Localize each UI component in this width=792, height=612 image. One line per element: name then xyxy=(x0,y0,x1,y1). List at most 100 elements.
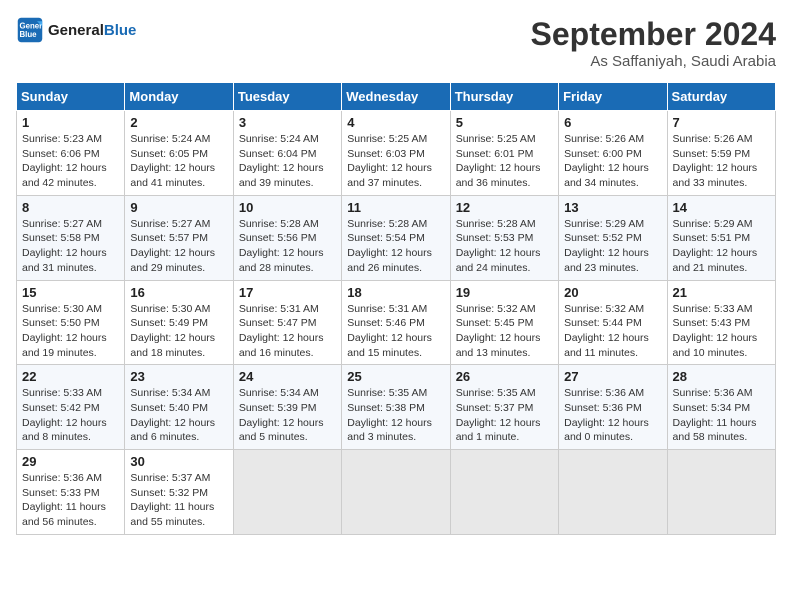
day-info: Sunrise: 5:36 AMSunset: 5:36 PMDaylight:… xyxy=(564,386,661,445)
day-info: Sunrise: 5:30 AMSunset: 5:49 PMDaylight:… xyxy=(130,302,227,361)
calendar-cell: 6Sunrise: 5:26 AMSunset: 6:00 PMDaylight… xyxy=(559,111,667,196)
weekday-header-friday: Friday xyxy=(559,83,667,111)
calendar-cell: 7 Sunrise: 5:26 AMSunset: 5:59 PMDaylight… xyxy=(667,111,775,196)
logo-icon: General Blue xyxy=(16,16,44,44)
calendar-cell: 11 Sunrise: 5:28 AMSunset: 5:54 PMDayligh… xyxy=(342,195,450,280)
calendar-cell: 20 Sunrise: 5:32 AMSunset: 5:44 PMDayligh… xyxy=(559,280,667,365)
day-info: Sunrise: 5:24 AMSunset: 6:05 PMDaylight:… xyxy=(130,132,227,191)
day-number: 19 xyxy=(456,285,553,300)
calendar-week-row: 15 Sunrise: 5:30 AMSunset: 5:50 PMDayligh… xyxy=(17,280,776,365)
calendar-cell xyxy=(450,450,558,535)
day-info: Sunrise: 5:27 AMSunset: 5:57 PMDaylight:… xyxy=(130,217,227,276)
day-info: Sunrise: 5:25 AMSunset: 6:01 PMDaylight:… xyxy=(456,132,553,191)
weekday-header-saturday: Saturday xyxy=(667,83,775,111)
calendar-cell: 15 Sunrise: 5:30 AMSunset: 5:50 PMDayligh… xyxy=(17,280,125,365)
day-info: Sunrise: 5:31 AMSunset: 5:46 PMDaylight:… xyxy=(347,302,444,361)
day-number: 7 xyxy=(673,115,770,130)
month-title: September 2024 xyxy=(531,16,776,53)
day-info: Sunrise: 5:29 AMSunset: 5:51 PMDaylight:… xyxy=(673,217,770,276)
day-info: Sunrise: 5:28 AMSunset: 5:53 PMDaylight:… xyxy=(456,217,553,276)
day-number: 17 xyxy=(239,285,336,300)
calendar-cell: 25Sunrise: 5:35 AMSunset: 5:38 PMDayligh… xyxy=(342,365,450,450)
calendar-cell: 30 Sunrise: 5:37 AMSunset: 5:32 PMDayligh… xyxy=(125,450,233,535)
day-number: 3 xyxy=(239,115,336,130)
day-number: 21 xyxy=(673,285,770,300)
day-info: Sunrise: 5:23 AMSunset: 6:06 PMDaylight:… xyxy=(22,132,119,191)
calendar-cell: 12 Sunrise: 5:28 AMSunset: 5:53 PMDayligh… xyxy=(450,195,558,280)
day-info: Sunrise: 5:35 AMSunset: 5:37 PMDaylight:… xyxy=(456,386,553,445)
day-number: 6 xyxy=(564,115,661,130)
day-number: 30 xyxy=(130,454,227,469)
calendar-cell: 14 Sunrise: 5:29 AMSunset: 5:51 PMDayligh… xyxy=(667,195,775,280)
day-number: 8 xyxy=(22,200,119,215)
calendar-cell xyxy=(233,450,341,535)
calendar-cell xyxy=(559,450,667,535)
calendar-cell: 4Sunrise: 5:25 AMSunset: 6:03 PMDaylight… xyxy=(342,111,450,196)
calendar-cell: 2 Sunrise: 5:24 AMSunset: 6:05 PMDaylight… xyxy=(125,111,233,196)
calendar-cell: 28 Sunrise: 5:36 AMSunset: 5:34 PMDayligh… xyxy=(667,365,775,450)
day-info: Sunrise: 5:32 AMSunset: 5:45 PMDaylight:… xyxy=(456,302,553,361)
day-number: 22 xyxy=(22,369,119,384)
day-number: 20 xyxy=(564,285,661,300)
day-info: Sunrise: 5:34 AMSunset: 5:40 PMDaylight:… xyxy=(130,386,227,445)
calendar-cell xyxy=(667,450,775,535)
calendar-cell: 8 Sunrise: 5:27 AMSunset: 5:58 PMDaylight… xyxy=(17,195,125,280)
calendar-cell: 10Sunrise: 5:28 AMSunset: 5:56 PMDayligh… xyxy=(233,195,341,280)
calendar-cell: 26 Sunrise: 5:35 AMSunset: 5:37 PMDayligh… xyxy=(450,365,558,450)
day-info: Sunrise: 5:28 AMSunset: 5:54 PMDaylight:… xyxy=(347,217,444,276)
weekday-header-row: SundayMondayTuesdayWednesdayThursdayFrid… xyxy=(17,83,776,111)
day-number: 27 xyxy=(564,369,661,384)
calendar-cell: 21 Sunrise: 5:33 AMSunset: 5:43 PMDayligh… xyxy=(667,280,775,365)
day-info: Sunrise: 5:35 AMSunset: 5:38 PMDaylight:… xyxy=(347,386,444,445)
title-block: September 2024 As Saffaniyah, Saudi Arab… xyxy=(531,16,776,70)
calendar-cell: 3 Sunrise: 5:24 AMSunset: 6:04 PMDaylight… xyxy=(233,111,341,196)
day-number: 24 xyxy=(239,369,336,384)
day-info: Sunrise: 5:36 AMSunset: 5:34 PMDaylight:… xyxy=(673,386,770,445)
location-subtitle: As Saffaniyah, Saudi Arabia xyxy=(531,53,776,70)
day-number: 14 xyxy=(673,200,770,215)
day-info: Sunrise: 5:32 AMSunset: 5:44 PMDaylight:… xyxy=(564,302,661,361)
day-number: 29 xyxy=(22,454,119,469)
day-number: 13 xyxy=(564,200,661,215)
calendar-week-row: 29 Sunrise: 5:36 AMSunset: 5:33 PMDayligh… xyxy=(17,450,776,535)
calendar-cell: 5Sunrise: 5:25 AMSunset: 6:01 PMDaylight… xyxy=(450,111,558,196)
calendar-cell: 29 Sunrise: 5:36 AMSunset: 5:33 PMDayligh… xyxy=(17,450,125,535)
calendar-cell: 16 Sunrise: 5:30 AMSunset: 5:49 PMDayligh… xyxy=(125,280,233,365)
day-info: Sunrise: 5:26 AMSunset: 5:59 PMDaylight:… xyxy=(673,132,770,191)
day-number: 2 xyxy=(130,115,227,130)
day-info: Sunrise: 5:27 AMSunset: 5:58 PMDaylight:… xyxy=(22,217,119,276)
day-info: Sunrise: 5:34 AMSunset: 5:39 PMDaylight:… xyxy=(239,386,336,445)
day-number: 9 xyxy=(130,200,227,215)
day-number: 12 xyxy=(456,200,553,215)
day-number: 10 xyxy=(239,200,336,215)
calendar-cell: 27 Sunrise: 5:36 AMSunset: 5:36 PMDayligh… xyxy=(559,365,667,450)
weekday-header-tuesday: Tuesday xyxy=(233,83,341,111)
day-number: 16 xyxy=(130,285,227,300)
day-info: Sunrise: 5:37 AMSunset: 5:32 PMDaylight:… xyxy=(130,471,227,530)
calendar-cell: 23 Sunrise: 5:34 AMSunset: 5:40 PMDayligh… xyxy=(125,365,233,450)
calendar-cell: 22Sunrise: 5:33 AMSunset: 5:42 PMDayligh… xyxy=(17,365,125,450)
day-number: 15 xyxy=(22,285,119,300)
day-number: 26 xyxy=(456,369,553,384)
day-info: Sunrise: 5:24 AMSunset: 6:04 PMDaylight:… xyxy=(239,132,336,191)
day-number: 28 xyxy=(673,369,770,384)
calendar-cell: 24 Sunrise: 5:34 AMSunset: 5:39 PMDayligh… xyxy=(233,365,341,450)
weekday-header-monday: Monday xyxy=(125,83,233,111)
calendar-cell: 13Sunrise: 5:29 AMSunset: 5:52 PMDayligh… xyxy=(559,195,667,280)
day-info: Sunrise: 5:30 AMSunset: 5:50 PMDaylight:… xyxy=(22,302,119,361)
day-info: Sunrise: 5:33 AMSunset: 5:43 PMDaylight:… xyxy=(673,302,770,361)
day-info: Sunrise: 5:36 AMSunset: 5:33 PMDaylight:… xyxy=(22,471,119,530)
day-number: 11 xyxy=(347,200,444,215)
day-number: 23 xyxy=(130,369,227,384)
calendar-week-row: 1Sunrise: 5:23 AMSunset: 6:06 PMDaylight… xyxy=(17,111,776,196)
day-number: 18 xyxy=(347,285,444,300)
page-header: General Blue GeneralBlue September 2024 … xyxy=(16,16,776,70)
calendar-table: SundayMondayTuesdayWednesdayThursdayFrid… xyxy=(16,82,776,535)
logo-text: GeneralBlue xyxy=(48,22,136,39)
weekday-header-sunday: Sunday xyxy=(17,83,125,111)
weekday-header-wednesday: Wednesday xyxy=(342,83,450,111)
svg-text:Blue: Blue xyxy=(20,30,38,39)
day-number: 4 xyxy=(347,115,444,130)
calendar-cell: 18 Sunrise: 5:31 AMSunset: 5:46 PMDayligh… xyxy=(342,280,450,365)
day-info: Sunrise: 5:31 AMSunset: 5:47 PMDaylight:… xyxy=(239,302,336,361)
